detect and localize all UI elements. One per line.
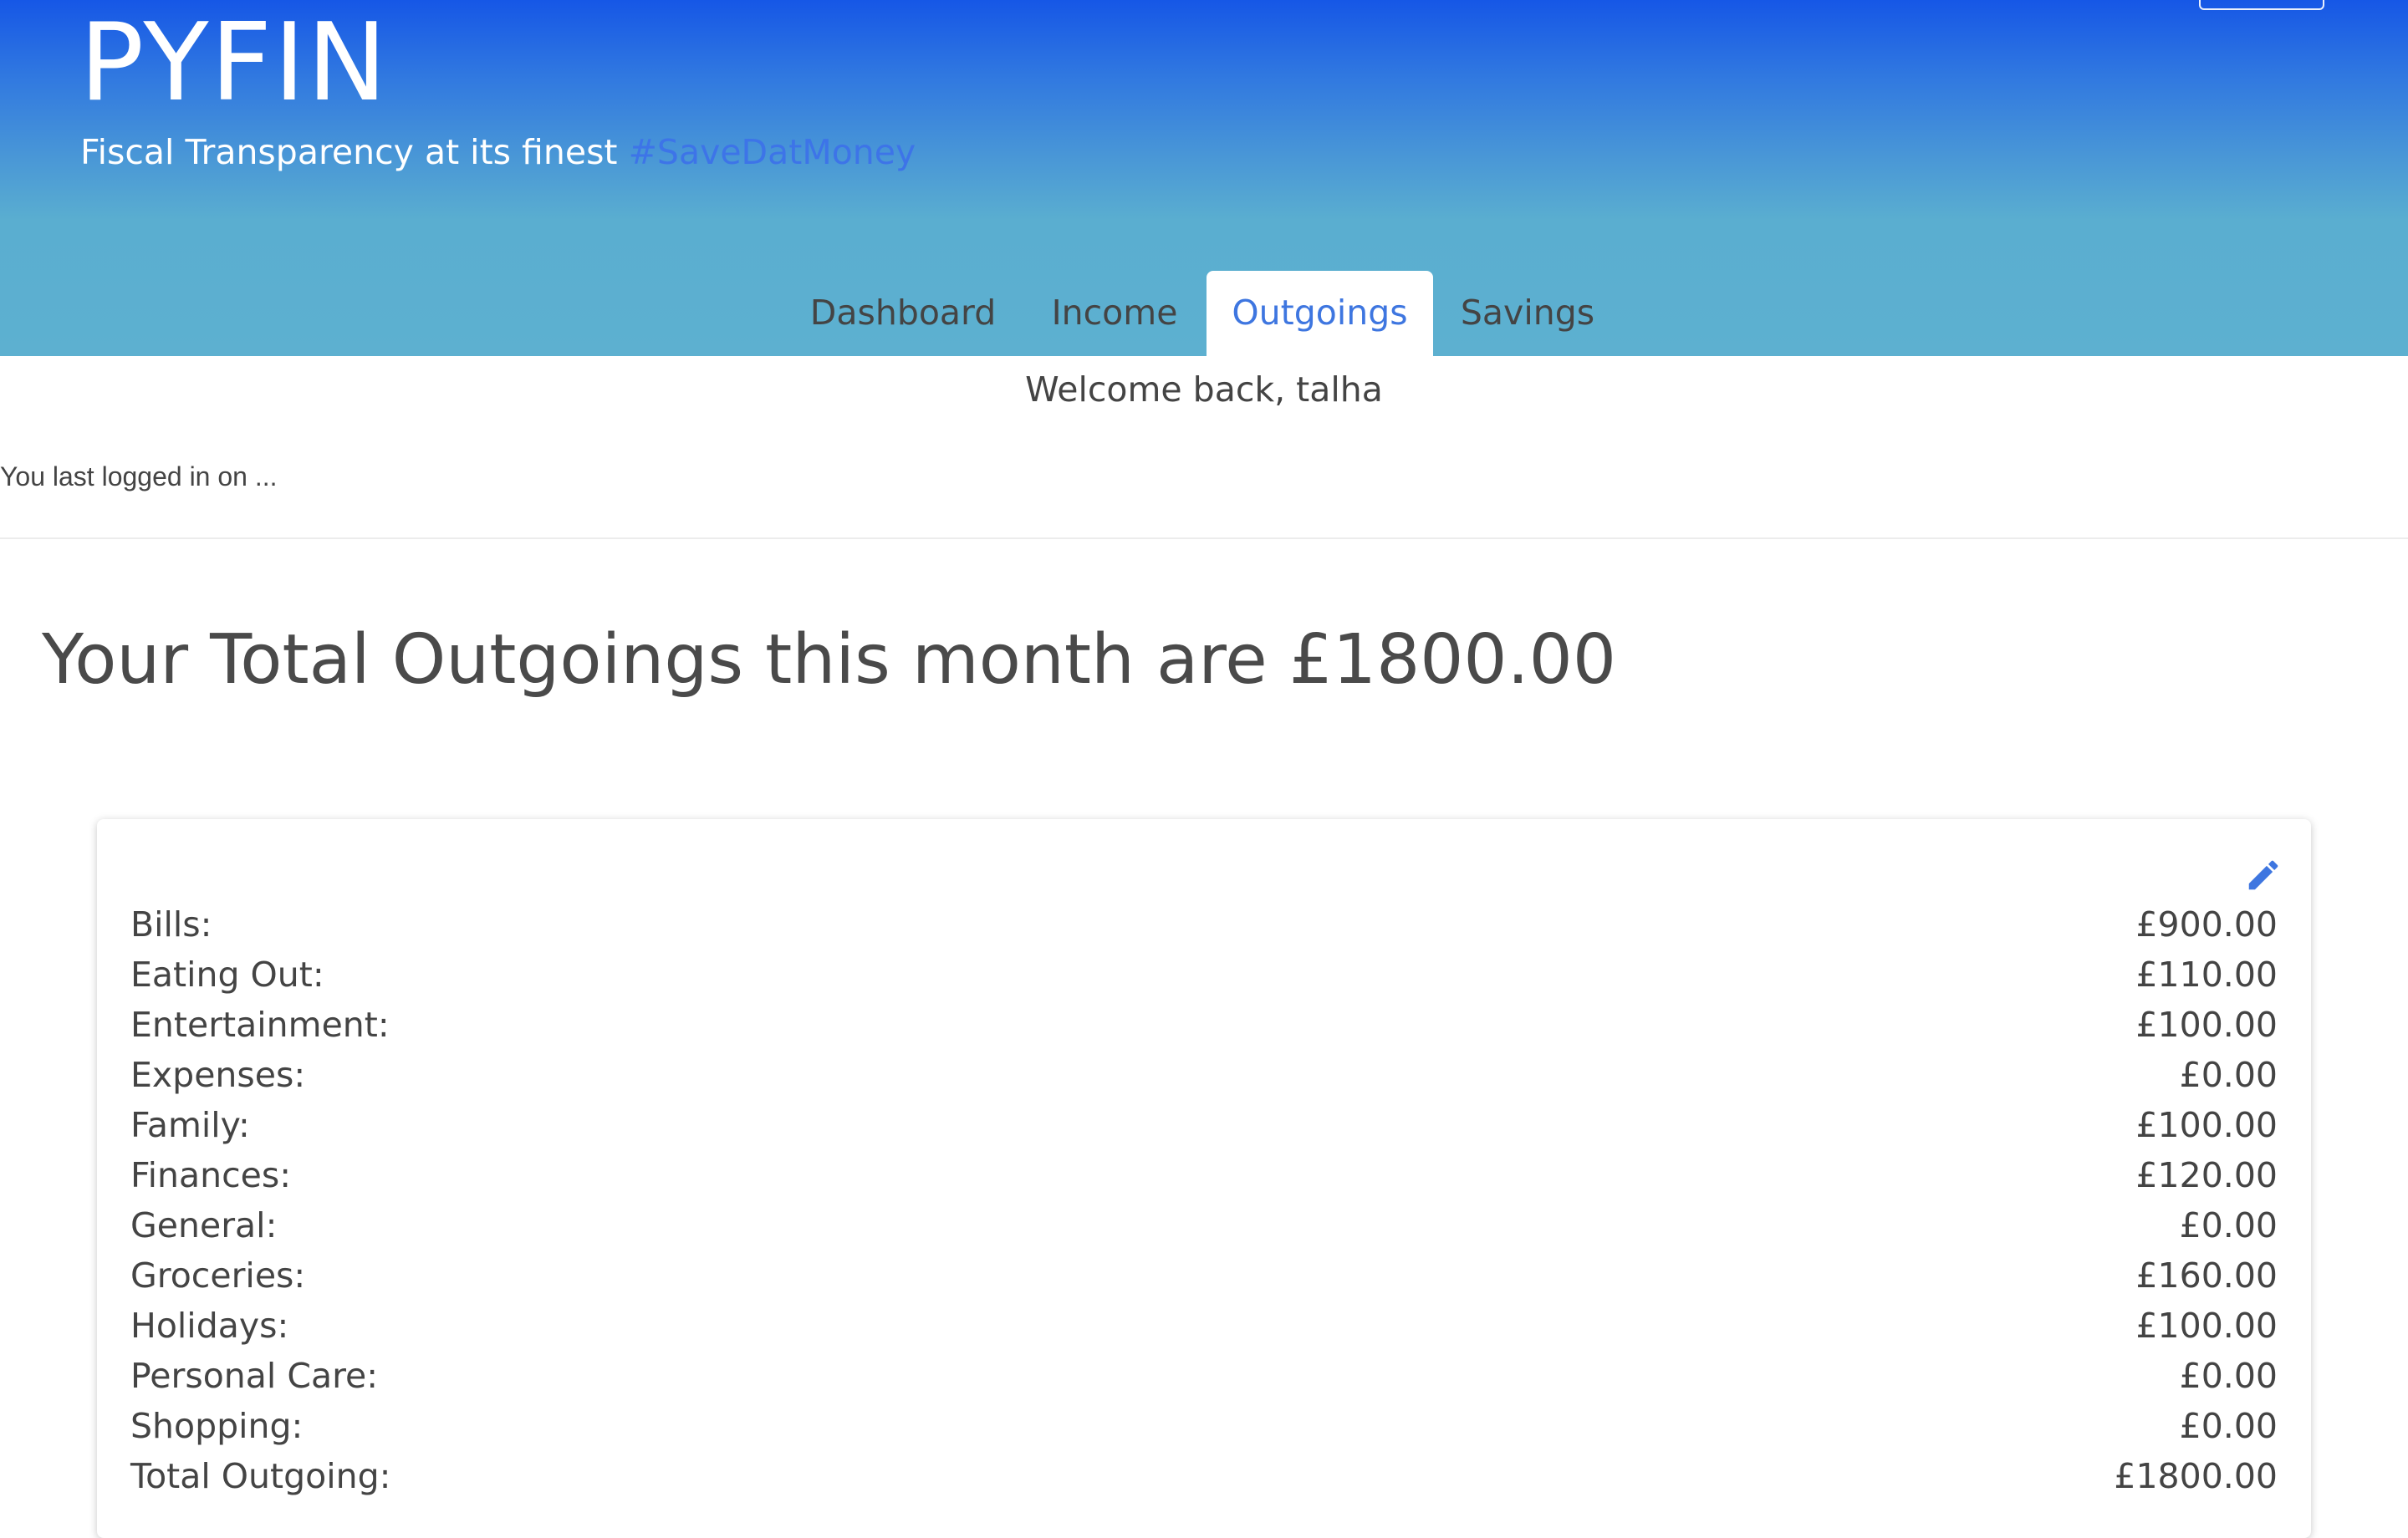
row-value: £110.00: [2135, 955, 2278, 995]
row-label: Bills:: [130, 904, 212, 945]
outgoing-row-expenses: Expenses: £0.00: [130, 1050, 2278, 1100]
row-label: Expenses:: [130, 1055, 306, 1095]
row-value: £100.00: [2135, 1005, 2278, 1045]
tab-savings[interactable]: Savings: [1440, 271, 1615, 356]
outgoing-row-bills: Bills: £900.00: [130, 899, 2278, 950]
row-value: £160.00: [2135, 1255, 2278, 1296]
row-value: £0.00: [2179, 1356, 2278, 1396]
outgoing-row-holidays: Holidays: £100.00: [130, 1301, 2278, 1351]
tagline-hashtag: #SaveDatMoney: [628, 132, 916, 172]
outgoing-row-general: General: £0.00: [130, 1200, 2278, 1250]
outgoings-list: Bills: £900.00 Eating Out: £110.00 Enter…: [130, 899, 2278, 1501]
row-value: £100.00: [2135, 1306, 2278, 1346]
row-label: Personal Care:: [130, 1356, 379, 1396]
tab-dashboard[interactable]: Dashboard: [803, 271, 1003, 356]
outgoings-card: Bills: £900.00 Eating Out: £110.00 Enter…: [97, 819, 2311, 1538]
row-value: £120.00: [2135, 1155, 2278, 1195]
outgoing-row-eating-out: Eating Out: £110.00: [130, 950, 2278, 1000]
row-label: Total Outgoing:: [130, 1456, 391, 1496]
last-login-text: You last logged in on ...: [0, 461, 278, 491]
outgoing-row-groceries: Groceries: £160.00: [130, 1250, 2278, 1301]
outgoing-row-entertainment: Entertainment: £100.00: [130, 1000, 2278, 1050]
divider: [0, 537, 2408, 539]
pencil-icon[interactable]: [2244, 856, 2283, 894]
row-value: £900.00: [2135, 904, 2278, 945]
outgoing-row-total: Total Outgoing: £1800.00: [130, 1451, 2278, 1501]
brand-logo[interactable]: PYFIN: [79, 5, 389, 122]
row-value: £0.00: [2179, 1406, 2278, 1446]
outgoing-row-shopping: Shopping: £0.00: [130, 1401, 2278, 1451]
header-top-button[interactable]: [2199, 0, 2324, 10]
outgoing-row-finances: Finances: £120.00: [130, 1150, 2278, 1200]
row-label: General:: [130, 1205, 278, 1245]
total-outgoings-heading: Your Total Outgoings this month are £180…: [42, 620, 1616, 700]
row-value: £0.00: [2179, 1205, 2278, 1245]
row-label: Groceries:: [130, 1255, 306, 1296]
tab-income[interactable]: Income: [1027, 271, 1202, 356]
welcome-message: Welcome back, talha: [1025, 369, 1383, 410]
row-label: Entertainment:: [130, 1005, 390, 1045]
row-label: Holidays:: [130, 1306, 289, 1346]
outgoing-row-family: Family: £100.00: [130, 1100, 2278, 1150]
row-value: £100.00: [2135, 1105, 2278, 1145]
tagline: Fiscal Transparency at its finest #SaveD…: [80, 129, 916, 176]
row-label: Eating Out:: [130, 955, 324, 995]
outgoing-row-personal-care: Personal Care: £0.00: [130, 1351, 2278, 1401]
header-banner: PYFIN Fiscal Transparency at its finest …: [0, 0, 2408, 356]
main-nav-tabs: Dashboard Income Outgoings Savings: [0, 271, 2408, 356]
row-label: Finances:: [130, 1155, 292, 1195]
row-label: Shopping:: [130, 1406, 304, 1446]
row-label: Family:: [130, 1105, 250, 1145]
row-value: £1800.00: [2114, 1456, 2278, 1496]
tagline-text: Fiscal Transparency at its finest: [80, 132, 618, 172]
row-value: £0.00: [2179, 1055, 2278, 1095]
tab-outgoings[interactable]: Outgoings: [1207, 271, 1433, 356]
